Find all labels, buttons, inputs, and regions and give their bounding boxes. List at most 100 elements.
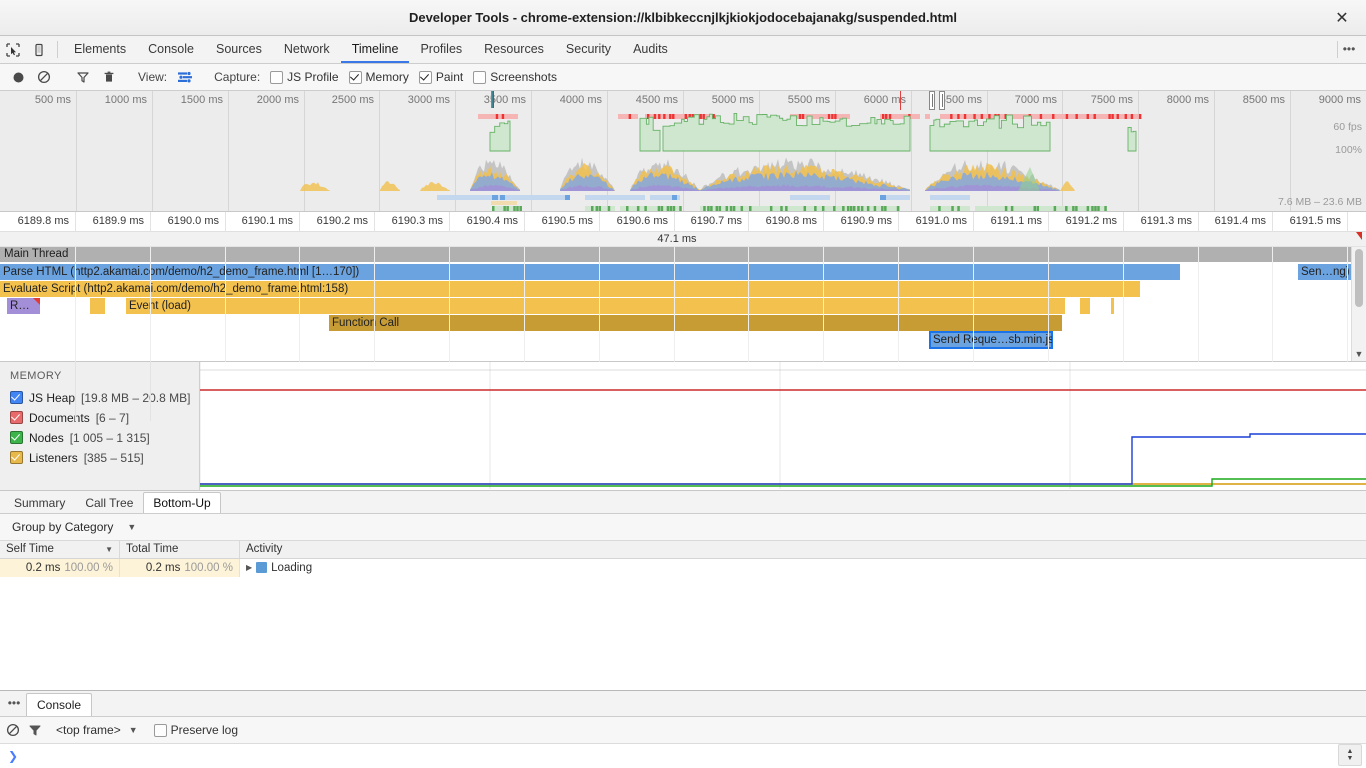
trash-icon[interactable] bbox=[97, 66, 121, 88]
chevron-down-icon[interactable]: ▼ bbox=[127, 522, 136, 532]
memory-legend: MEMORY JS Heap [19.8 MB – 20.8 MB] Docum… bbox=[0, 362, 200, 490]
overview-selection-handle-right[interactable] bbox=[939, 91, 945, 110]
vertical-dots-icon[interactable]: ••• bbox=[2, 691, 26, 716]
flame-bar[interactable] bbox=[1111, 298, 1114, 314]
detail-tick-label: 6190.1 ms bbox=[242, 215, 299, 227]
detail-tick-label: 6190.7 ms bbox=[691, 215, 748, 227]
detail-tick-label: 6190.5 ms bbox=[542, 215, 599, 227]
flame-scrollbar[interactable]: ▼ bbox=[1351, 247, 1366, 361]
activity-name: Loading bbox=[271, 562, 312, 574]
console-toolbar: <top frame> ▼ Preserve log bbox=[0, 717, 1366, 744]
tab-resources[interactable]: Resources bbox=[473, 36, 555, 63]
checkbox-preserve-log[interactable] bbox=[154, 724, 167, 737]
flame-bar[interactable]: Event (load) bbox=[126, 298, 1065, 314]
tab-elements[interactable]: Elements bbox=[63, 36, 137, 63]
cell-total-time: 0.2 ms 100.00 % bbox=[120, 559, 240, 577]
clear-circle-slash-icon[interactable] bbox=[32, 66, 56, 88]
checkbox-listeners[interactable] bbox=[10, 451, 23, 464]
vertical-dots-icon[interactable]: ••• bbox=[1338, 36, 1360, 63]
overview-selection-handle-left[interactable] bbox=[929, 91, 935, 110]
table-row[interactable]: 0.2 ms 100.00 % 0.2 ms 100.00 % ▶ Loadin… bbox=[0, 559, 1366, 577]
scroll-nub-icon[interactable]: ▲▼ bbox=[1338, 744, 1362, 766]
memory-series-js-heap[interactable]: JS Heap [19.8 MB – 20.8 MB] bbox=[6, 388, 199, 408]
flame-bar[interactable] bbox=[1080, 298, 1090, 314]
checkbox-documents[interactable] bbox=[10, 411, 23, 424]
table-header: Self Time Total Time Activity bbox=[0, 541, 1366, 559]
chevron-down-icon[interactable]: ▼ bbox=[129, 725, 138, 735]
timeline-overview[interactable]: 500 ms1000 ms1500 ms2000 ms2500 ms3000 m… bbox=[0, 91, 1366, 212]
capture-option-paint[interactable]: Paint bbox=[419, 70, 463, 84]
tab-profiles[interactable]: Profiles bbox=[409, 36, 473, 63]
tab-bottom-up[interactable]: Bottom-Up bbox=[143, 492, 220, 513]
filter-funnel-icon[interactable] bbox=[71, 66, 95, 88]
column-self-time[interactable]: Self Time bbox=[0, 541, 120, 558]
capture-option-screenshots[interactable]: Screenshots bbox=[473, 70, 557, 84]
memory-title: MEMORY bbox=[10, 370, 199, 382]
flame-gridline bbox=[449, 247, 450, 361]
checkbox-js-profile[interactable] bbox=[270, 71, 283, 84]
tab-summary[interactable]: Summary bbox=[4, 492, 75, 513]
column-activity[interactable]: Activity bbox=[240, 541, 1366, 558]
flame-gridline bbox=[599, 247, 600, 361]
tab-network[interactable]: Network bbox=[273, 36, 341, 63]
scroll-down-icon[interactable]: ▼ bbox=[1352, 349, 1366, 359]
flame-bar[interactable]: Send Reque…sb.min.js) bbox=[930, 332, 1052, 348]
checkbox-nodes[interactable] bbox=[10, 431, 23, 444]
flame-bar[interactable]: Sen…ng) bbox=[1298, 264, 1351, 280]
checkbox-paint[interactable] bbox=[419, 71, 432, 84]
tab-call-tree[interactable]: Call Tree bbox=[75, 492, 143, 513]
inspect-cursor-icon[interactable] bbox=[0, 36, 26, 63]
tab-timeline[interactable]: Timeline bbox=[341, 36, 410, 63]
flame-gridline bbox=[1123, 247, 1124, 361]
flame-gridline bbox=[374, 247, 375, 361]
context-selector[interactable]: <top frame> bbox=[56, 723, 121, 737]
column-total-time[interactable]: Total Time bbox=[120, 541, 240, 558]
memory-chart[interactable] bbox=[200, 362, 1366, 490]
flame-chart[interactable]: Main Thread Parse HTML (http2.akamai.com… bbox=[0, 247, 1366, 361]
flame-bar[interactable]: Evaluate Script (http2.akamai.com/demo/h… bbox=[0, 281, 1140, 297]
cell-self-time: 0.2 ms 100.00 % bbox=[0, 559, 120, 577]
total-time-percent: 100.00 % bbox=[184, 562, 233, 574]
flame-bar[interactable] bbox=[90, 298, 105, 314]
group-by-select[interactable]: Group by Category bbox=[12, 520, 113, 534]
clear-circle-slash-icon[interactable] bbox=[6, 723, 20, 737]
filter-funnel-icon[interactable] bbox=[28, 723, 42, 737]
tab-audits[interactable]: Audits bbox=[622, 36, 679, 63]
capture-option-js-profile[interactable]: JS Profile bbox=[270, 70, 338, 84]
checkbox-screenshots[interactable] bbox=[473, 71, 486, 84]
record-circle-icon[interactable] bbox=[6, 66, 30, 88]
capture-options: JS Profile Memory Paint Screenshots bbox=[270, 70, 557, 84]
flame-gridline bbox=[299, 247, 300, 361]
checkbox-memory[interactable] bbox=[349, 71, 362, 84]
detail-ruler[interactable]: 6189.8 ms6189.9 ms6190.0 ms6190.1 ms6190… bbox=[0, 212, 1366, 232]
flame-bar[interactable]: R… bbox=[7, 298, 40, 314]
checkbox-js-heap[interactable] bbox=[10, 391, 23, 404]
detail-tick-label: 6190.2 ms bbox=[317, 215, 374, 227]
console-prompt[interactable]: ❯ ▲▼ bbox=[0, 744, 1366, 768]
expand-triangle-icon[interactable]: ▶ bbox=[246, 563, 252, 572]
flame-bar[interactable]: Function Call bbox=[329, 315, 1062, 331]
flame-gridline bbox=[524, 247, 525, 361]
flamechart-view-icon[interactable] bbox=[173, 66, 197, 88]
memory-series-range: [1 005 – 1 315] bbox=[70, 431, 150, 445]
detail-tick-label: 6191.3 ms bbox=[1141, 215, 1198, 227]
flame-bar[interactable]: Parse HTML (http2.akamai.com/demo/h2_dem… bbox=[0, 264, 1180, 280]
device-toggle-icon[interactable] bbox=[26, 36, 52, 63]
memory-series-nodes[interactable]: Nodes [1 005 – 1 315] bbox=[6, 428, 199, 448]
capture-option-memory[interactable]: Memory bbox=[349, 70, 409, 84]
memory-chart-svg bbox=[200, 362, 1366, 489]
tab-security[interactable]: Security bbox=[555, 36, 622, 63]
timeline-detail: 6189.8 ms6189.9 ms6190.0 ms6190.1 ms6190… bbox=[0, 212, 1366, 361]
drawer-tab-console[interactable]: Console bbox=[26, 693, 92, 716]
memory-series-listeners[interactable]: Listeners [385 – 515] bbox=[6, 448, 199, 468]
preserve-log-option[interactable]: Preserve log bbox=[154, 723, 238, 737]
close-icon[interactable]: ✕ bbox=[1326, 0, 1358, 35]
capture-option-label: Paint bbox=[436, 70, 463, 84]
detail-tick-label: 6191.2 ms bbox=[1066, 215, 1123, 227]
tab-console[interactable]: Console bbox=[137, 36, 205, 63]
flame-scrollbar-thumb[interactable] bbox=[1355, 249, 1363, 307]
flame-group-main-thread[interactable]: Main Thread bbox=[0, 247, 1366, 262]
memory-series-documents[interactable]: Documents [6 – 7] bbox=[6, 408, 199, 428]
table-body[interactable]: 0.2 ms 100.00 % 0.2 ms 100.00 % ▶ Loadin… bbox=[0, 559, 1366, 691]
tab-sources[interactable]: Sources bbox=[205, 36, 273, 63]
